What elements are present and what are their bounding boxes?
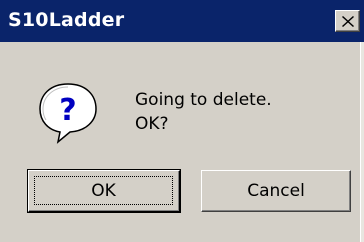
message-text: Going to delete. OK? [135,88,272,136]
message-line-2: OK? [135,114,169,134]
close-button[interactable] [335,10,360,32]
message-line-1: Going to delete. [135,90,272,110]
ok-button[interactable]: OK [27,169,181,213]
ok-button-label: OK [34,176,173,205]
cancel-button[interactable]: Cancel [201,170,351,212]
title-bar[interactable]: S10Ladder [0,0,364,42]
confirm-dialog: S10Ladder ? Going to delete. OK? OK Canc… [0,0,364,242]
window-title: S10Ladder [8,9,125,31]
close-icon [342,16,354,27]
window-edge [360,42,364,242]
question-bubble-icon: ? [39,83,97,144]
svg-text:?: ? [59,93,76,128]
